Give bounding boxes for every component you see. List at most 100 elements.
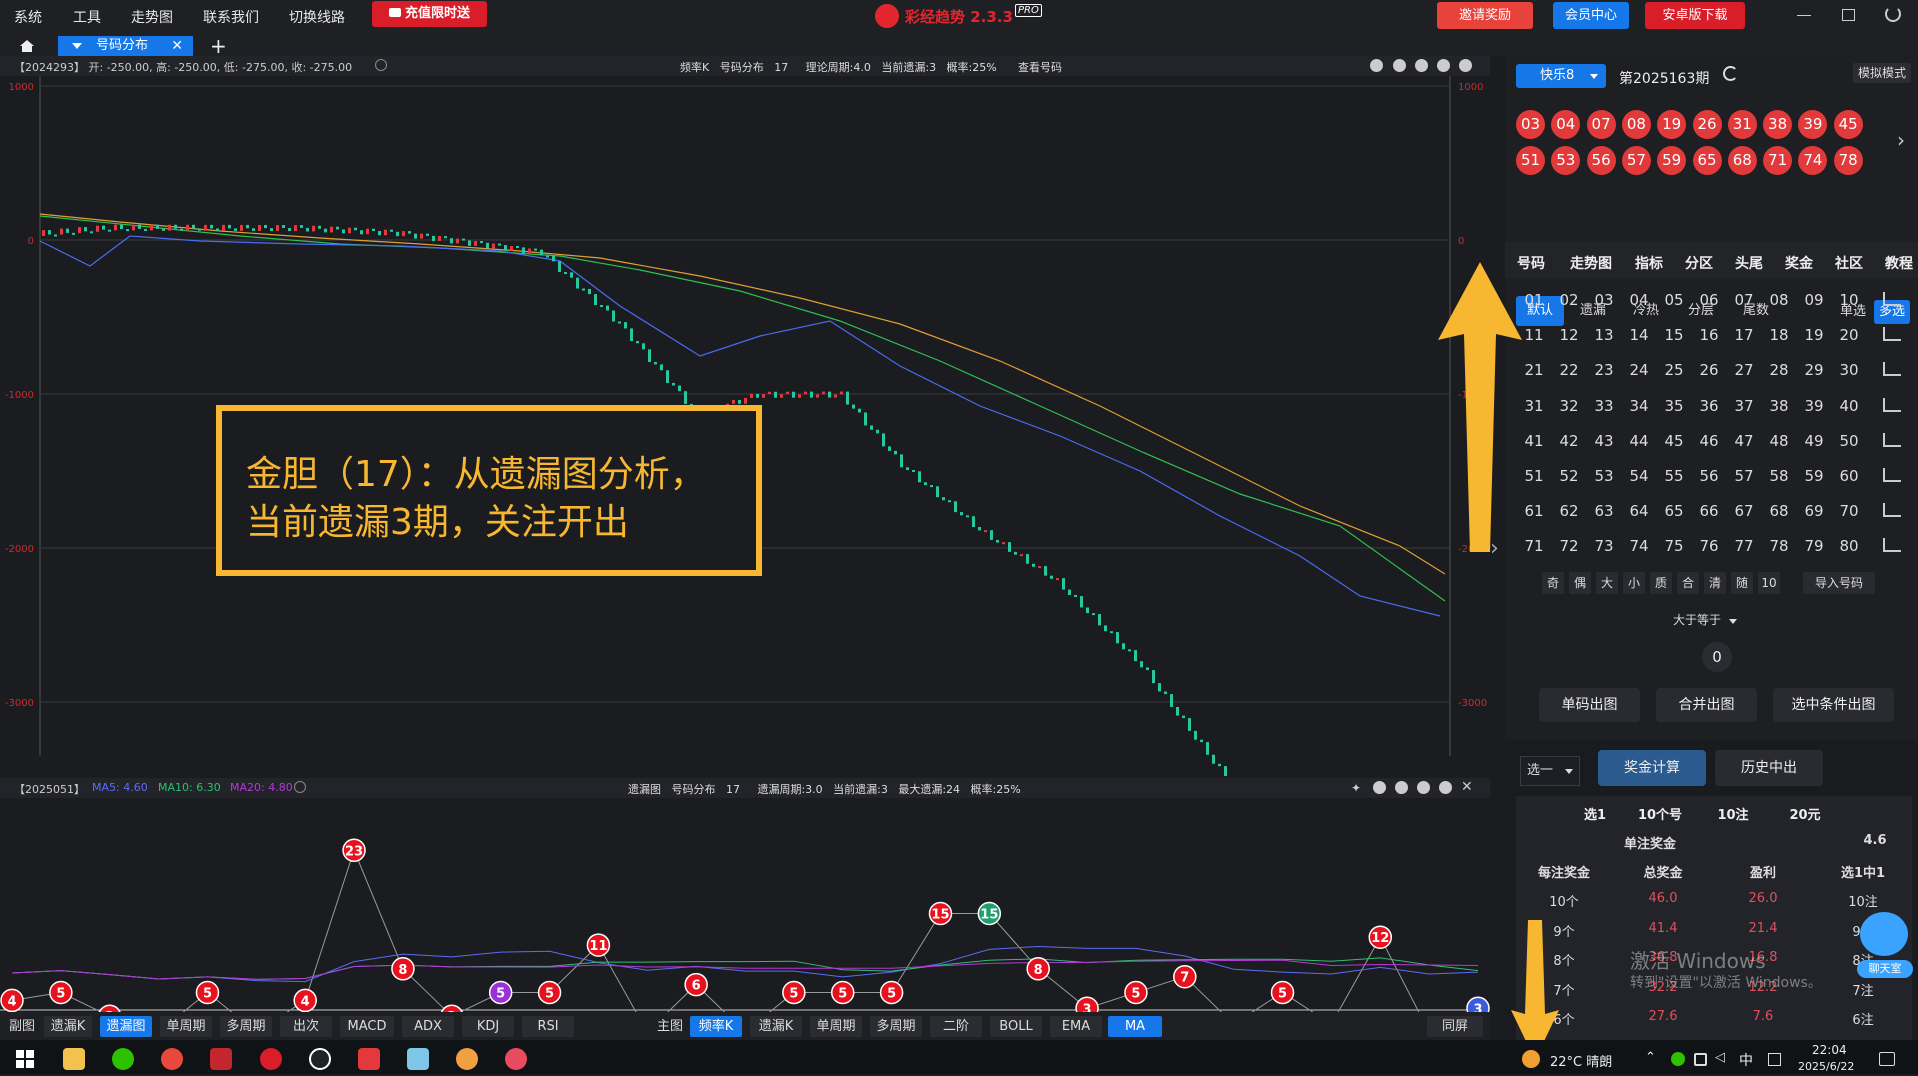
move-up-icon[interactable] bbox=[1395, 781, 1408, 794]
windows-start-icon[interactable] bbox=[14, 1048, 36, 1070]
number-cell[interactable]: 80 bbox=[1834, 533, 1864, 559]
number-cell[interactable]: 60 bbox=[1834, 463, 1864, 489]
number-cell[interactable]: 47 bbox=[1729, 428, 1759, 454]
number-cell[interactable]: 55 bbox=[1659, 463, 1689, 489]
pick-select[interactable]: 选一 bbox=[1520, 756, 1580, 786]
compare-select[interactable]: 大于等于 bbox=[1673, 611, 1737, 633]
tab-number-distribution[interactable]: 号码分布 ✕ bbox=[58, 36, 193, 56]
file-explorer-icon[interactable] bbox=[63, 1048, 85, 1070]
number-cell[interactable]: 73 bbox=[1589, 533, 1619, 559]
ime-indicator[interactable]: 中 bbox=[1739, 1050, 1753, 1070]
number-cell[interactable]: 37 bbox=[1729, 393, 1759, 419]
number-cell[interactable]: 65 bbox=[1659, 498, 1689, 524]
number-cell[interactable]: 03 bbox=[1589, 287, 1619, 313]
main-ma[interactable]: MA bbox=[1108, 1016, 1162, 1037]
quick-select-button[interactable]: 合 bbox=[1677, 572, 1699, 594]
number-cell[interactable]: 30 bbox=[1834, 357, 1864, 383]
number-cell[interactable]: 10 bbox=[1834, 287, 1864, 313]
row-trend-icon[interactable] bbox=[1883, 327, 1901, 342]
selected-condition-chart-button[interactable]: 选中条件出图 bbox=[1773, 688, 1894, 722]
config-icon[interactable] bbox=[1439, 781, 1452, 794]
help-icon[interactable] bbox=[294, 781, 306, 793]
close-icon[interactable]: ✕ bbox=[1461, 779, 1473, 795]
quick-select-button[interactable]: 10 bbox=[1758, 572, 1780, 594]
qq-icon[interactable] bbox=[309, 1048, 331, 1070]
row-trend-icon[interactable] bbox=[1883, 503, 1901, 518]
number-cell[interactable]: 59 bbox=[1799, 463, 1829, 489]
main-boll[interactable]: BOLL bbox=[990, 1016, 1042, 1037]
sub-adx[interactable]: ADX bbox=[402, 1016, 454, 1037]
reset-icon[interactable] bbox=[1393, 59, 1406, 72]
number-cell[interactable]: 76 bbox=[1694, 533, 1724, 559]
quick-select-button[interactable]: 偶 bbox=[1569, 572, 1591, 594]
tray-keyboard-icon[interactable] bbox=[1768, 1053, 1781, 1066]
simulate-mode-button[interactable]: 模拟模式 bbox=[1853, 63, 1911, 83]
number-cell[interactable]: 42 bbox=[1554, 428, 1584, 454]
nav-tutorial[interactable]: 教程 bbox=[1885, 253, 1913, 273]
menu-contact[interactable]: 联系我们 bbox=[203, 7, 259, 27]
quick-select-button[interactable]: 小 bbox=[1623, 572, 1645, 594]
number-cell[interactable]: 14 bbox=[1624, 322, 1654, 348]
sub-miss-chart[interactable]: 遗漏图 bbox=[100, 1016, 152, 1037]
nav-indicator[interactable]: 指标 bbox=[1635, 253, 1663, 273]
invite-button[interactable]: 邀请奖励 bbox=[1437, 2, 1533, 29]
main-second-order[interactable]: 二阶 bbox=[930, 1016, 982, 1037]
number-cell[interactable]: 67 bbox=[1729, 498, 1759, 524]
prize-calc-button[interactable]: 奖金计算 bbox=[1598, 750, 1706, 786]
chat-room-label[interactable]: 聊天室 bbox=[1857, 960, 1913, 978]
single-code-chart-button[interactable]: 单码出图 bbox=[1539, 688, 1640, 722]
number-cell[interactable]: 49 bbox=[1799, 428, 1829, 454]
restore-icon[interactable] bbox=[1842, 9, 1855, 21]
nav-prize[interactable]: 奖金 bbox=[1785, 253, 1813, 273]
number-cell[interactable]: 20 bbox=[1834, 322, 1864, 348]
wechat-icon[interactable] bbox=[112, 1048, 134, 1070]
number-cell[interactable]: 24 bbox=[1624, 357, 1654, 383]
quick-select-button[interactable]: 清 bbox=[1704, 572, 1726, 594]
history-hit-button[interactable]: 历史中出 bbox=[1715, 750, 1823, 786]
tray-expand-icon[interactable]: ⌃ bbox=[1645, 1050, 1656, 1065]
clock-date[interactable]: 2025/6/22 bbox=[1798, 1060, 1854, 1073]
number-cell[interactable]: 64 bbox=[1624, 498, 1654, 524]
clock-time[interactable]: 22:04 bbox=[1812, 1043, 1847, 1057]
menu-tools[interactable]: 工具 bbox=[73, 7, 101, 27]
sub-single-period[interactable]: 单周期 bbox=[160, 1016, 212, 1037]
next-arrow-icon[interactable]: › bbox=[1897, 128, 1905, 152]
sync-screen-button[interactable]: 同屏 bbox=[1427, 1016, 1483, 1037]
nav-community[interactable]: 社区 bbox=[1835, 253, 1863, 273]
number-cell[interactable]: 58 bbox=[1764, 463, 1794, 489]
number-cell[interactable]: 25 bbox=[1659, 357, 1689, 383]
number-cell[interactable]: 53 bbox=[1589, 463, 1619, 489]
menu-trend[interactable]: 走势图 bbox=[131, 7, 173, 27]
wps-icon[interactable] bbox=[210, 1048, 232, 1070]
main-single-period[interactable]: 单周期 bbox=[810, 1016, 862, 1037]
number-cell[interactable]: 46 bbox=[1694, 428, 1724, 454]
paint-app-icon[interactable] bbox=[505, 1048, 527, 1070]
number-cell[interactable]: 05 bbox=[1659, 287, 1689, 313]
quick-select-button[interactable]: 奇 bbox=[1542, 572, 1564, 594]
settings-icon[interactable] bbox=[1370, 59, 1383, 72]
main-ema[interactable]: EMA bbox=[1050, 1016, 1102, 1037]
caijing-app-icon[interactable] bbox=[260, 1048, 282, 1070]
number-cell[interactable]: 04 bbox=[1624, 287, 1654, 313]
row-trend-icon[interactable] bbox=[1883, 468, 1901, 482]
sub-miss-k[interactable]: 遗漏K bbox=[44, 1016, 92, 1037]
number-cell[interactable]: 44 bbox=[1624, 428, 1654, 454]
number-cell[interactable]: 52 bbox=[1554, 463, 1584, 489]
move-down-icon[interactable] bbox=[1417, 781, 1430, 794]
number-cell[interactable]: 26 bbox=[1694, 357, 1724, 383]
home-icon[interactable] bbox=[14, 36, 40, 56]
main-multi-period[interactable]: 多周期 bbox=[870, 1016, 922, 1037]
sub-appearances[interactable]: 出次 bbox=[280, 1016, 332, 1037]
number-cell[interactable]: 70 bbox=[1834, 498, 1864, 524]
number-cell[interactable]: 45 bbox=[1659, 428, 1689, 454]
weather-icon[interactable] bbox=[1522, 1050, 1540, 1068]
sub-rsi[interactable]: RSI bbox=[522, 1016, 574, 1037]
quick-select-button[interactable]: 随 bbox=[1731, 572, 1753, 594]
nav-zone[interactable]: 分区 bbox=[1685, 253, 1713, 273]
number-cell[interactable]: 57 bbox=[1729, 463, 1759, 489]
tray-wechat-icon[interactable] bbox=[1671, 1052, 1685, 1066]
number-cell[interactable]: 54 bbox=[1624, 463, 1654, 489]
number-cell[interactable]: 48 bbox=[1764, 428, 1794, 454]
nav-head-tail[interactable]: 头尾 bbox=[1735, 253, 1763, 273]
notes-icon[interactable] bbox=[407, 1048, 429, 1070]
